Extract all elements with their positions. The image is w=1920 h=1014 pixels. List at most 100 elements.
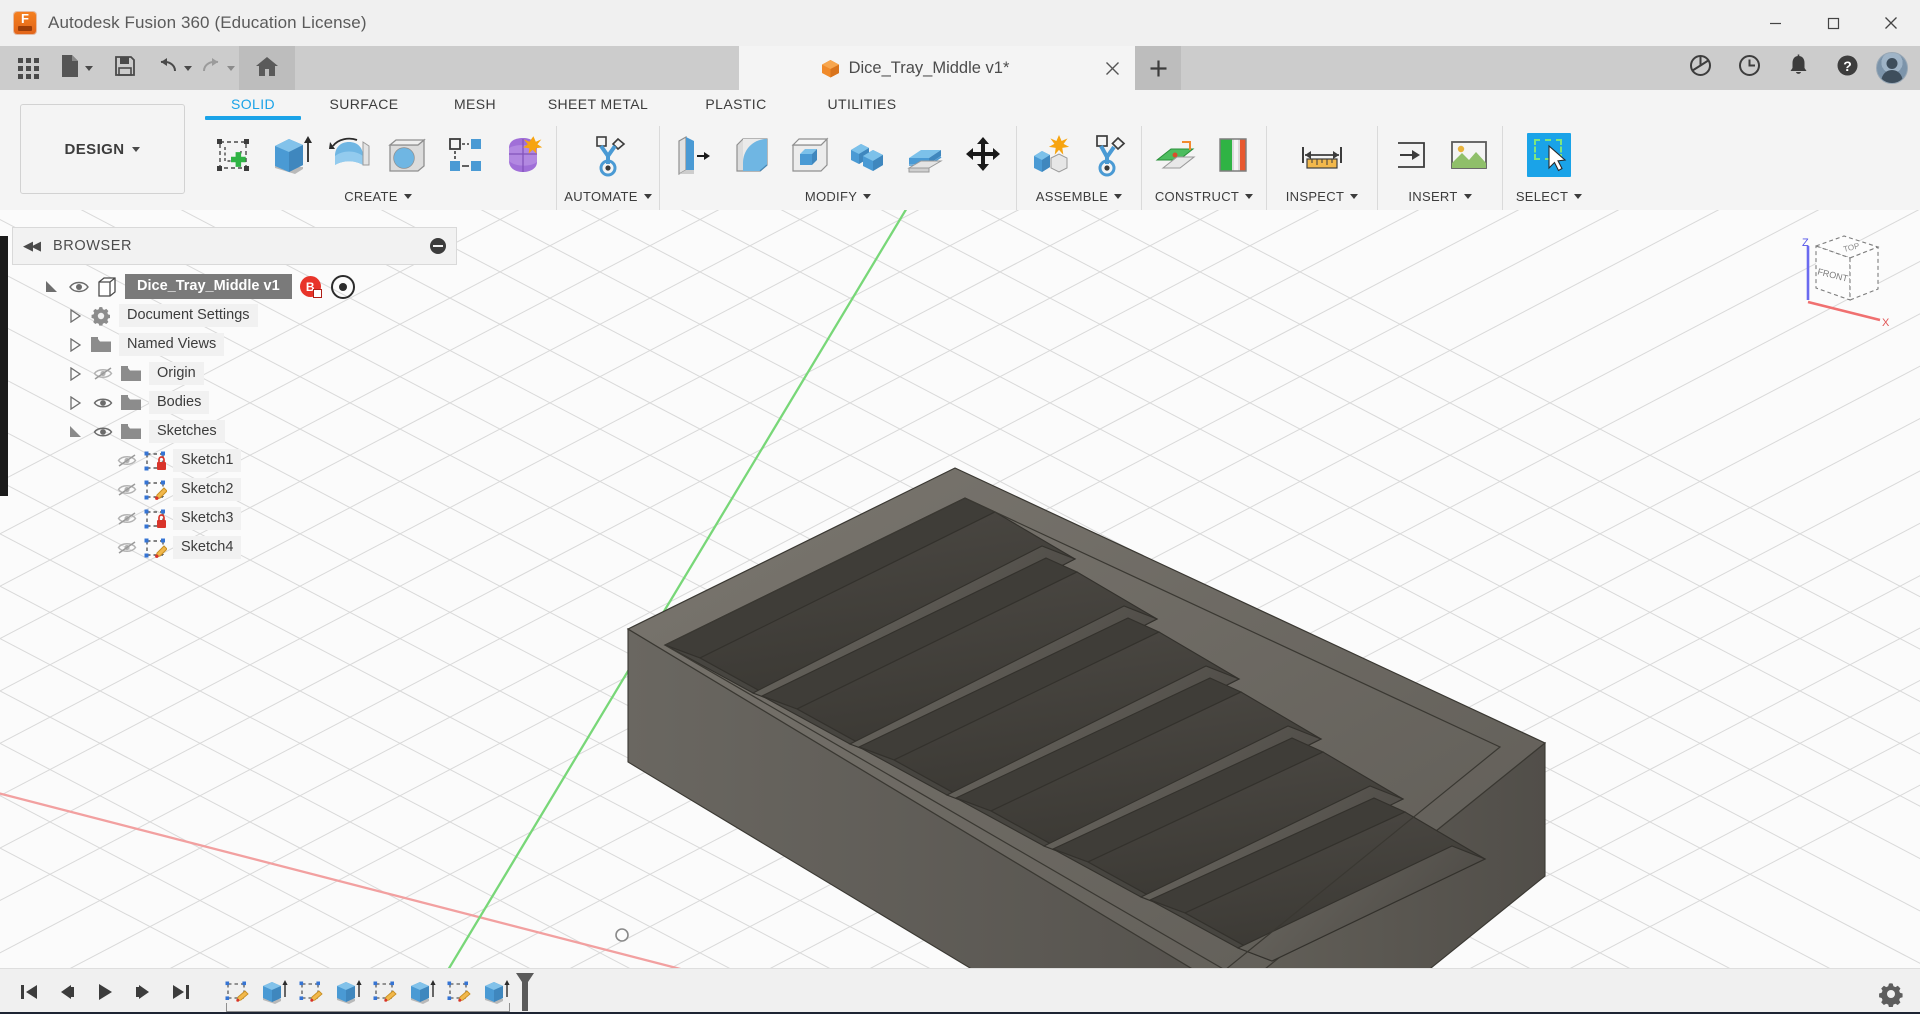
activate-component-radio[interactable]	[331, 275, 355, 299]
tab-surface[interactable]: SURFACE	[301, 92, 427, 123]
minimize-button[interactable]	[1746, 0, 1804, 46]
tool-insert-canvas[interactable]	[1440, 127, 1498, 183]
timeline-settings-button[interactable]	[1878, 981, 1904, 1012]
fusion-logo-icon	[14, 12, 36, 34]
tool-offset-plane[interactable]	[1146, 127, 1204, 183]
panel-construct: CONSTRUCT	[1142, 126, 1267, 210]
visibility-eye-off-icon[interactable]	[112, 477, 142, 503]
tool-plane-at-angle[interactable]	[1204, 127, 1262, 183]
new-document-tab-button[interactable]	[1135, 46, 1181, 90]
panel-modify-label[interactable]: MODIFY	[660, 184, 1016, 208]
tree-item-sketches[interactable]: Sketches	[12, 417, 457, 446]
tool-create-sketch[interactable]	[204, 127, 262, 183]
help-button[interactable]: ?	[1823, 46, 1872, 90]
tool-move-copy[interactable]	[954, 127, 1012, 183]
panel-inspect-label[interactable]: INSPECT	[1267, 184, 1377, 208]
tool-shell[interactable]	[780, 127, 838, 183]
tool-hole[interactable]	[378, 127, 436, 183]
panel-modify-text: MODIFY	[805, 189, 857, 204]
browser-panel: ◀◀ BROWSER Dice_Tray_Mi	[12, 227, 457, 562]
timeline-go-to-end[interactable]	[162, 972, 200, 1012]
timeline-end-marker[interactable]	[514, 971, 536, 1013]
tree-item-sketch2[interactable]: Sketch2	[12, 475, 457, 504]
visibility-eye-off-icon[interactable]	[112, 506, 142, 532]
tool-new-component[interactable]	[1021, 127, 1079, 183]
visibility-eye-icon[interactable]	[88, 390, 118, 416]
status-badge[interactable]: B	[300, 276, 321, 297]
save-button[interactable]	[97, 46, 153, 90]
app-grid-button[interactable]	[0, 46, 56, 90]
visibility-eye-icon[interactable]	[64, 274, 94, 300]
extensions-button[interactable]	[1676, 46, 1725, 90]
workspace-selector[interactable]: DESIGN	[20, 104, 185, 194]
tab-solid[interactable]: SOLID	[205, 92, 301, 123]
tool-extrude[interactable]	[262, 127, 320, 183]
panel-assemble-label[interactable]: ASSEMBLE	[1017, 184, 1141, 208]
user-avatar-icon[interactable]	[1876, 52, 1908, 84]
3d-viewport[interactable]: ◀◀ BROWSER Dice_Tray_Mi	[0, 210, 1920, 968]
tab-plastic[interactable]: PLASTIC	[673, 92, 799, 123]
notifications-button[interactable]	[1774, 46, 1823, 90]
new-file-button[interactable]	[56, 46, 97, 90]
expand-triangle-icon[interactable]	[38, 274, 64, 300]
close-button[interactable]	[1862, 0, 1920, 46]
panel-assemble: ASSEMBLE	[1017, 126, 1142, 210]
tab-mesh[interactable]: MESH	[427, 92, 523, 123]
tab-sheet-metal[interactable]: SHEET METAL	[523, 92, 673, 123]
timeline-go-to-beginning[interactable]	[10, 972, 48, 1012]
timeline-play[interactable]	[86, 972, 124, 1012]
tool-automated-modeling[interactable]	[579, 127, 637, 183]
document-tab[interactable]: Dice_Tray_Middle v1*	[739, 46, 1089, 90]
tab-utilities[interactable]: UTILITIES	[799, 92, 925, 123]
tool-revolve[interactable]	[320, 127, 378, 183]
tree-item-root[interactable]: Dice_Tray_Middle v1 B	[12, 272, 457, 301]
tree-item-sketch3[interactable]: Sketch3	[12, 504, 457, 533]
chevron-down-icon	[1464, 194, 1472, 199]
home-button[interactable]	[239, 46, 295, 90]
tool-measure[interactable]	[1293, 127, 1351, 183]
timeline-step-back[interactable]	[48, 972, 86, 1012]
panel-create-label[interactable]: CREATE	[200, 184, 556, 208]
job-status-button[interactable]	[1725, 46, 1774, 90]
tree-item-bodies[interactable]: Bodies	[12, 388, 457, 417]
view-cube[interactable]: TOP FRONT Z X	[1782, 220, 1902, 330]
expand-triangle-icon[interactable]	[62, 332, 88, 358]
visibility-eye-off-icon[interactable]	[112, 448, 142, 474]
expand-triangle-icon[interactable]	[62, 303, 88, 329]
collapse-triangle-icon[interactable]	[62, 419, 88, 445]
tool-combine[interactable]	[838, 127, 896, 183]
panel-select-label[interactable]: SELECT	[1503, 184, 1595, 208]
visibility-eye-off-icon[interactable]	[112, 535, 142, 561]
tree-item-document-settings[interactable]: Document Settings	[12, 301, 457, 330]
tree-item-named-views[interactable]: Named Views	[12, 330, 457, 359]
tool-create-form[interactable]	[494, 127, 552, 183]
document-tab-close-button[interactable]	[1089, 46, 1135, 90]
tool-pattern[interactable]	[436, 127, 494, 183]
tab-mesh-label: MESH	[427, 96, 523, 112]
tab-plastic-label: PLASTIC	[673, 96, 799, 112]
ribbon: DESIGN SOLID SURFACE MESH SHEET METAL PL…	[0, 90, 1920, 211]
tool-offset-face[interactable]	[896, 127, 954, 183]
expand-triangle-icon[interactable]	[62, 390, 88, 416]
panel-automate-label[interactable]: AUTOMATE	[557, 184, 659, 208]
tool-press-pull[interactable]	[664, 127, 722, 183]
visibility-eye-icon[interactable]	[88, 419, 118, 445]
tree-item-origin[interactable]: Origin	[12, 359, 457, 388]
visibility-eye-off-icon[interactable]	[88, 361, 118, 387]
panel-construct-label[interactable]: CONSTRUCT	[1142, 184, 1266, 208]
tree-item-sketch1[interactable]: Sketch1	[12, 446, 457, 475]
redo-button[interactable]	[196, 46, 239, 90]
undo-button[interactable]	[153, 46, 196, 90]
double-chevron-left-icon[interactable]: ◀◀	[23, 238, 39, 254]
minus-circle-icon[interactable]	[430, 238, 446, 254]
timeline-step-forward[interactable]	[124, 972, 162, 1012]
tree-item-document-settings-label: Document Settings	[119, 304, 258, 327]
maximize-button[interactable]	[1804, 0, 1862, 46]
tree-item-sketch4[interactable]: Sketch4	[12, 533, 457, 562]
tool-insert-derive[interactable]	[1382, 127, 1440, 183]
tool-select[interactable]	[1517, 127, 1581, 183]
tool-joint[interactable]	[1079, 127, 1137, 183]
expand-triangle-icon[interactable]	[62, 361, 88, 387]
panel-insert-label[interactable]: INSERT	[1378, 184, 1502, 208]
tool-fillet[interactable]	[722, 127, 780, 183]
